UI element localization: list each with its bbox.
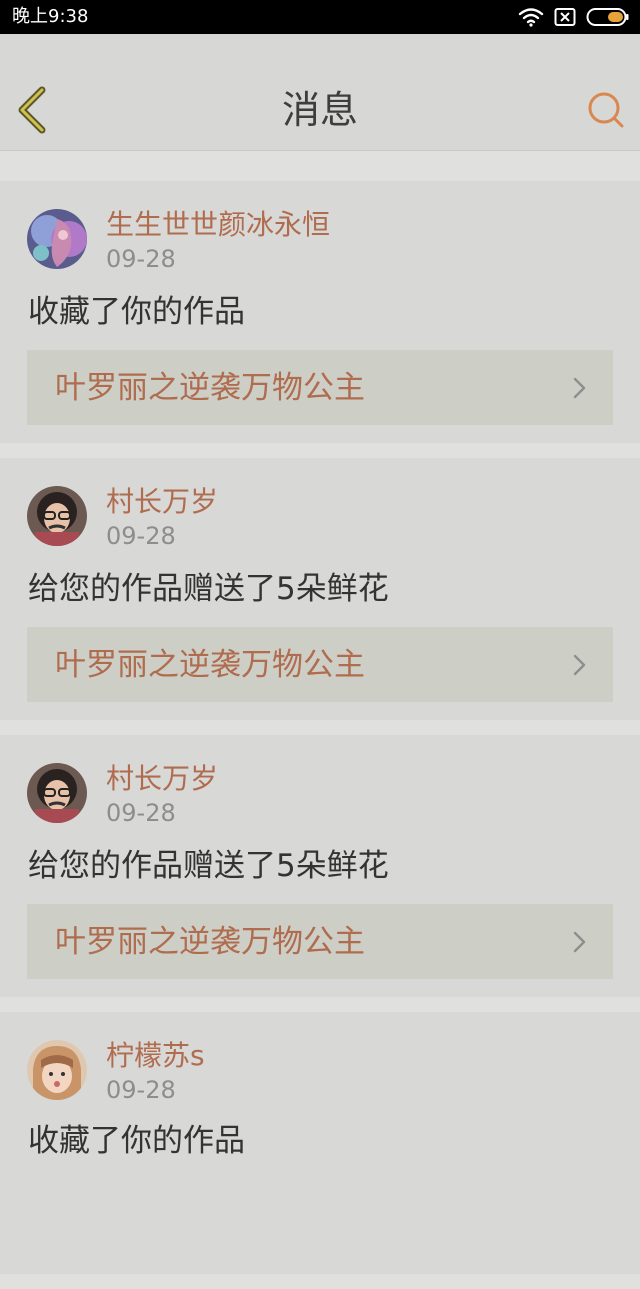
- message-text: 给您的作品赠送了5朵鲜花: [28, 571, 389, 607]
- chevron-right-icon: [573, 931, 586, 953]
- work-title: 叶罗丽之逆袭万物公主: [55, 924, 365, 960]
- avatar[interactable]: [27, 1040, 87, 1100]
- wifi-icon: [518, 7, 544, 27]
- message-card: 村长万岁 09-28 给您的作品赠送了5朵鲜花 叶罗丽之逆袭万物公主: [0, 735, 640, 997]
- work-link[interactable]: 叶罗丽之逆袭万物公主: [27, 904, 613, 979]
- status-time: 晚上9:38: [12, 6, 89, 27]
- work-title: 叶罗丽之逆袭万物公主: [55, 370, 365, 406]
- work-link[interactable]: 叶罗丽之逆袭万物公主: [27, 350, 613, 425]
- message-list: 生生世世颜冰永恒 09-28 收藏了你的作品 叶罗丽之逆袭万物公主 村长万岁 0…: [0, 181, 640, 1289]
- search-icon: [588, 92, 624, 128]
- status-icons: [518, 6, 630, 28]
- message-text: 收藏了你的作品: [28, 1123, 245, 1159]
- chevron-right-icon: [573, 377, 586, 399]
- message-card: 村长万岁 09-28 给您的作品赠送了5朵鲜花 叶罗丽之逆袭万物公主: [0, 458, 640, 720]
- chevron-right-icon: [573, 654, 586, 676]
- message-date: 09-28: [106, 1076, 176, 1104]
- user-name[interactable]: 柠檬苏s: [106, 1038, 205, 1074]
- work-title: 叶罗丽之逆袭万物公主: [55, 647, 365, 683]
- page-title: 消息: [281, 88, 358, 132]
- message-text: 收藏了你的作品: [28, 294, 245, 330]
- message-date: 09-28: [106, 245, 176, 273]
- nav-bar: 消息: [0, 34, 640, 151]
- avatar[interactable]: [27, 763, 87, 823]
- no-sim-icon: [554, 7, 576, 27]
- avatar[interactable]: [27, 209, 87, 269]
- user-name[interactable]: 村长万岁: [106, 484, 218, 520]
- avatar[interactable]: [27, 486, 87, 546]
- user-name[interactable]: 生生世世颜冰永恒: [106, 207, 330, 243]
- message-card: 柠檬苏s 09-28 收藏了你的作品: [0, 1012, 640, 1274]
- message-date: 09-28: [106, 522, 176, 550]
- message-date: 09-28: [106, 799, 176, 827]
- message-text: 给您的作品赠送了5朵鲜花: [28, 848, 389, 884]
- search-button[interactable]: [584, 88, 628, 132]
- message-card: 生生世世颜冰永恒 09-28 收藏了你的作品 叶罗丽之逆袭万物公主: [0, 181, 640, 443]
- battery-icon: [586, 7, 630, 27]
- work-link[interactable]: 叶罗丽之逆袭万物公主: [27, 627, 613, 702]
- user-name[interactable]: 村长万岁: [106, 761, 218, 797]
- status-bar: 晚上9:38: [0, 0, 640, 34]
